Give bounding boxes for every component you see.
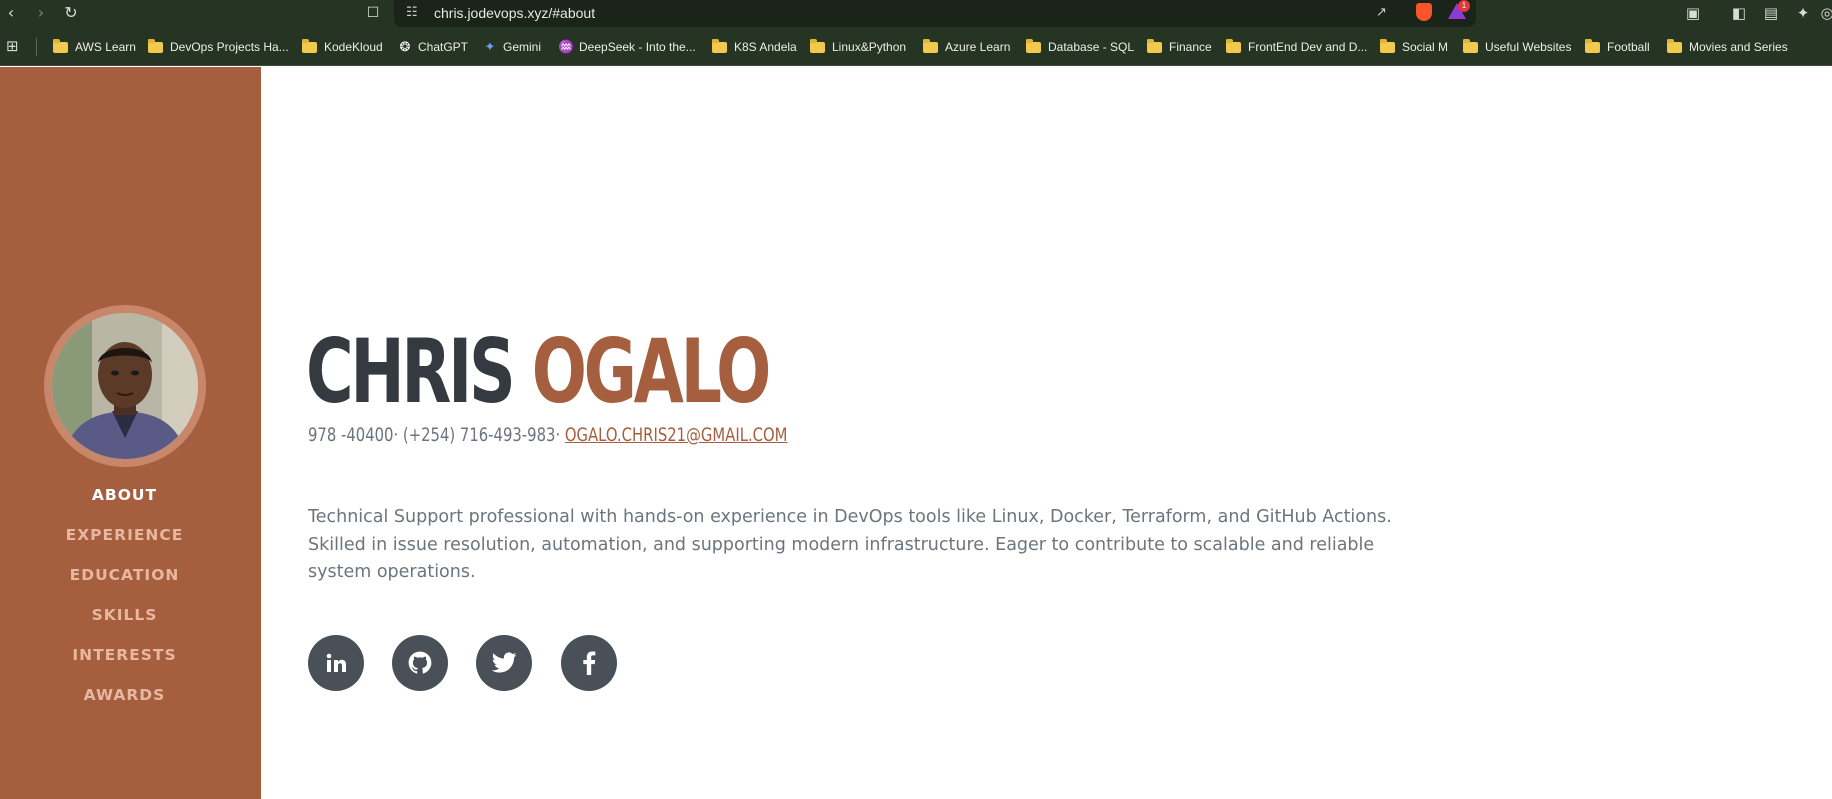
site-info-icon[interactable]: ☷ [406,4,418,22]
nav-about[interactable]: ABOUT [0,486,249,504]
nav-education[interactable]: EDUCATION [0,566,249,584]
reader-mode-icon[interactable]: ▣ [1682,2,1704,24]
first-name: CHRIS [306,320,516,423]
folder-icon [1667,38,1682,53]
nav-awards[interactable]: AWARDS [0,686,249,704]
bookmark-movies-series[interactable]: Movies and Series [1667,28,1788,66]
bookmark-label: DevOps Projects Ha... [170,40,289,54]
linkedin-icon [326,653,346,672]
wallet-icon[interactable]: ▤ [1760,2,1782,24]
leo-ai-icon[interactable]: ✦ [1792,2,1814,24]
bookmark-label: FrontEnd Dev and D... [1248,40,1368,54]
bookmark-label: Azure Learn [945,40,1011,54]
folder-icon [923,38,938,53]
contact-text: 978 -40400· (+254) 716-493-983· [308,424,565,446]
chatgpt-icon: ❂ [399,39,411,54]
bookmark-label: Finance [1169,40,1212,54]
bookmark-label: Social M [1402,40,1449,54]
bookmark-linux-python[interactable]: Linux&Python [810,28,906,66]
apps-grid-icon[interactable]: ⊞ [6,38,22,54]
bookmark-label: Linux&Python [832,40,907,54]
bookmark-chatgpt[interactable]: ❂ ChatGPT [397,28,468,66]
bookmark-label: AWS Learn [75,40,136,54]
folder-icon [148,38,163,53]
bookmark-database-sql[interactable]: Database - SQL [1026,28,1134,66]
bookmark-aws-learn[interactable]: AWS Learn [53,28,136,66]
last-name: OGALO [531,320,772,423]
gemini-icon: ✦ [484,39,496,54]
bookmark-kodekloud[interactable]: KodeKloud [302,28,383,66]
brave-shields-icon[interactable] [1416,3,1432,21]
profile-photo [52,313,198,459]
twitter-button[interactable] [476,635,532,691]
deepseek-icon: ♒ [558,39,575,54]
bookmark-label: Useful Websites [1485,40,1572,54]
bookmark-label: DeepSeek - Into the... [579,40,696,54]
bookmark-label: K8S Andela [734,40,797,54]
browser-toolbar: ‹ › ↻ ☐ ☷ chris.jodevops.xyz/#about ↗ 1 … [0,0,1832,28]
folder-icon [1226,38,1241,53]
address-bar[interactable]: ☷ chris.jodevops.xyz/#about ↗ [394,0,1476,27]
folder-icon [1380,38,1395,53]
bookmark-azure-learn[interactable]: Azure Learn [923,28,1010,66]
reload-icon[interactable]: ↻ [60,2,82,24]
bookmark-deepseek[interactable]: ♒ DeepSeek - Into the... [558,28,696,66]
bookmark-label: ChatGPT [418,40,469,54]
nav-skills[interactable]: SKILLS [0,606,249,624]
page-title: CHRIS OGALO [306,324,771,420]
folder-icon [302,38,317,53]
github-button[interactable] [392,635,448,691]
bookmark-gemini[interactable]: ✦ Gemini [482,28,541,66]
nav-interests[interactable]: INTERESTS [0,646,249,664]
divider [36,38,37,56]
url-text[interactable]: chris.jodevops.xyz/#about [434,5,595,21]
contact-line: 978 -40400· (+254) 716-493-983· OGALO.CH… [308,424,787,446]
folder-icon [1147,38,1162,53]
folder-icon [1585,38,1600,53]
folder-icon [53,38,68,53]
linkedin-button[interactable] [308,635,364,691]
vpn-icon[interactable]: ◎ [1816,2,1832,24]
rewards-badge: 1 [1458,0,1470,12]
nav-experience[interactable]: EXPERIENCE [0,526,249,544]
forward-icon[interactable]: › [30,2,52,24]
avatar [52,313,198,459]
bookmark-devops-projects[interactable]: DevOps Projects Ha... [148,28,289,66]
bookmark-label: Database - SQL [1048,40,1135,54]
bio-text: Technical Support professional with hand… [308,507,1392,582]
folder-icon [810,38,825,53]
back-icon[interactable]: ‹ [0,2,22,24]
github-icon [408,651,432,674]
folder-icon [1463,38,1478,53]
bookmarks-bar: ⊞ AWS Learn DevOps Projects Ha... KodeKl… [0,28,1832,66]
bookmark-football[interactable]: Football [1585,28,1650,66]
sidebar-toggle-icon[interactable]: ◧ [1728,2,1750,24]
folder-icon [1026,38,1041,53]
facebook-button[interactable] [561,635,617,691]
bookmark-finance[interactable]: Finance [1147,28,1212,66]
bookmark-frontend-dev[interactable]: FrontEnd Dev and D... [1226,28,1367,66]
twitter-icon [491,652,517,673]
facebook-icon [583,651,596,675]
bookmark-useful-websites[interactable]: Useful Websites [1463,28,1571,66]
bookmark-social-m[interactable]: Social M [1380,28,1448,66]
bookmark-label: KodeKloud [324,40,383,54]
sidebar: ABOUT EXPERIENCE EDUCATION SKILLS INTERE… [0,67,261,799]
bookmark-page-icon[interactable]: ☐ [362,2,384,24]
bookmark-label: Football [1607,40,1650,54]
bookmark-label: Movies and Series [1689,40,1788,54]
email-link[interactable]: OGALO.CHRIS21@GMAIL.COM [565,424,788,446]
bookmark-k8s-andela[interactable]: K8S Andela [712,28,797,66]
bookmark-label: Gemini [503,40,542,54]
folder-icon [712,38,727,53]
share-icon[interactable]: ↗ [1376,4,1387,22]
